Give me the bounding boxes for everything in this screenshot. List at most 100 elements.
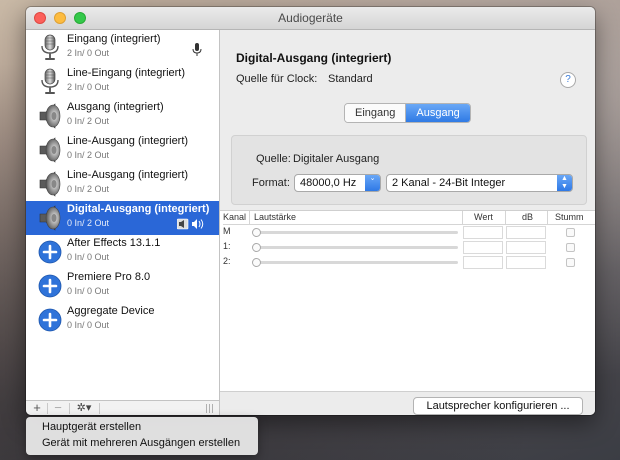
- device-io: 0 In/ 2 Out: [67, 184, 110, 194]
- device-name: Eingang (integriert): [67, 33, 161, 45]
- mute-checkbox[interactable]: [566, 243, 575, 252]
- gear-menu-button[interactable]: ✲▾: [71, 401, 97, 415]
- device-item-after-effects[interactable]: After Effects 13.1.1 0 In/ 0 Out: [26, 235, 219, 269]
- volume-table: Kanal Lautstärke Wert dB Stumm M 1: 2:: [220, 210, 595, 392]
- device-name: Ausgang (integriert): [67, 101, 164, 113]
- device-item-ausgang[interactable]: Ausgang (integriert) 0 In/ 2 Out: [26, 99, 219, 133]
- speaker-icon: [39, 103, 61, 129]
- device-item-digital-ausgang[interactable]: Digital-Ausgang (integriert) 0 In/ 2 Out: [26, 201, 219, 235]
- device-io: 2 In/ 0 Out: [67, 82, 110, 92]
- channel-label: 1:: [223, 241, 231, 251]
- divider: [505, 211, 506, 224]
- tab-ausgang[interactable]: Ausgang: [406, 104, 470, 122]
- device-name: Line-Eingang (integriert): [67, 67, 186, 79]
- channel-format-select[interactable]: 2 Kanal - 24-Bit Integer ▲ ▼: [386, 174, 573, 192]
- column-kanal: Kanal: [223, 212, 247, 222]
- help-button[interactable]: ?: [560, 72, 576, 88]
- io-segmented-control: Eingang Ausgang: [344, 103, 471, 123]
- clock-source-value: Standard: [328, 73, 373, 85]
- column-db: dB: [522, 212, 534, 222]
- source-value: Digitaler Ausgang: [293, 153, 380, 165]
- up-down-arrows-icon: ▲ ▼: [557, 175, 572, 191]
- volume-slider-track: [256, 261, 458, 264]
- device-item-aggregate[interactable]: Aggregate Device 0 In/ 0 Out: [26, 303, 219, 337]
- channel-label: M: [223, 226, 231, 236]
- value-field[interactable]: [463, 256, 503, 269]
- divider: [47, 403, 48, 414]
- channel-label: 2:: [223, 256, 231, 266]
- configure-speakers-button[interactable]: Lautsprecher konfigurieren ...: [413, 397, 583, 415]
- window-title: Audiogeräte: [278, 11, 343, 25]
- format-group-box: [231, 135, 587, 205]
- divider: [547, 211, 548, 224]
- audio-devices-window: Audiogeräte Eingang (integriert) 2 In/ 0…: [26, 7, 595, 415]
- divider: [462, 211, 463, 224]
- device-io: 0 In/ 2 Out: [67, 150, 110, 160]
- sample-rate-select[interactable]: 48000,0 Hz ⌄: [294, 174, 381, 192]
- device-item-line-eingang[interactable]: Line-Eingang (integriert) 2 In/ 0 Out: [26, 65, 219, 99]
- device-io: 0 In/ 0 Out: [67, 320, 110, 330]
- speaker-icon: [39, 137, 61, 163]
- resize-grip-icon[interactable]: [206, 404, 213, 413]
- sample-rate-value: 48000,0 Hz: [300, 177, 357, 189]
- device-io: 2 In/ 0 Out: [67, 48, 110, 58]
- column-stumm: Stumm: [555, 212, 584, 222]
- menu-item-create-aggregate[interactable]: Hauptgerät erstellen: [42, 421, 141, 433]
- plus-circle-icon: [38, 308, 62, 332]
- device-io: 0 In/ 0 Out: [67, 286, 110, 296]
- plus-circle-icon: [38, 240, 62, 264]
- tab-eingang[interactable]: Eingang: [345, 104, 407, 122]
- default-output-speaker-icon: [177, 218, 204, 230]
- title-bar: Audiogeräte: [26, 7, 595, 30]
- device-name: Line-Ausgang (integriert): [67, 169, 189, 181]
- menu-item-create-multi-output[interactable]: Gerät mit mehreren Ausgängen erstellen: [42, 437, 240, 449]
- speaker-icon: [39, 171, 61, 197]
- device-list: Eingang (integriert) 2 In/ 0 Out Line-Ei…: [26, 30, 220, 400]
- chevron-down-icon: ⌄: [365, 175, 380, 191]
- speaker-icon: [39, 205, 61, 231]
- divider: [249, 211, 250, 224]
- volume-slider-knob[interactable]: [252, 258, 261, 267]
- value-field[interactable]: [463, 241, 503, 254]
- remove-device-button[interactable]: −: [49, 401, 67, 415]
- volume-slider-track: [256, 246, 458, 249]
- add-device-button[interactable]: +: [28, 401, 46, 415]
- device-name: Aggregate Device: [67, 305, 155, 317]
- device-io: 0 In/ 2 Out: [67, 218, 110, 228]
- device-title: Digital-Ausgang (integriert): [236, 51, 392, 65]
- db-field[interactable]: [506, 256, 546, 269]
- default-input-mic-icon: [192, 43, 202, 56]
- volume-slider-knob[interactable]: [252, 228, 261, 237]
- db-field[interactable]: [506, 226, 546, 239]
- device-name: Digital-Ausgang (integriert): [67, 203, 210, 215]
- microphone-icon: [41, 34, 59, 60]
- device-io: 0 In/ 2 Out: [67, 116, 110, 126]
- channel-format-value: 2 Kanal - 24-Bit Integer: [392, 177, 506, 189]
- plus-circle-icon: [38, 274, 62, 298]
- mute-checkbox[interactable]: [566, 228, 575, 237]
- volume-slider-knob[interactable]: [252, 243, 261, 252]
- device-name: Line-Ausgang (integriert): [67, 135, 189, 147]
- clock-source-label: Quelle für Clock:: [236, 73, 318, 85]
- column-lautstaerke: Lautstärke: [254, 212, 297, 222]
- column-wert: Wert: [474, 212, 493, 222]
- divider: [99, 403, 100, 414]
- microphone-icon: [41, 68, 59, 94]
- divider: [69, 403, 70, 414]
- device-detail-pane: Digital-Ausgang (integriert) Quelle für …: [220, 30, 595, 415]
- source-label: Quelle:: [256, 153, 291, 165]
- device-io: 0 In/ 0 Out: [67, 252, 110, 262]
- device-item-line-ausgang-1[interactable]: Line-Ausgang (integriert) 0 In/ 2 Out: [26, 133, 219, 167]
- gear-context-menu: Hauptgerät erstellen Gerät mit mehreren …: [26, 417, 258, 455]
- device-name: After Effects 13.1.1: [67, 237, 161, 249]
- device-item-premiere-pro[interactable]: Premiere Pro 8.0 0 In/ 0 Out: [26, 269, 219, 303]
- device-item-eingang[interactable]: Eingang (integriert) 2 In/ 0 Out: [26, 31, 219, 65]
- sidebar-toolbar: + − ✲▾: [26, 400, 220, 415]
- value-field[interactable]: [463, 226, 503, 239]
- device-name: Premiere Pro 8.0: [67, 271, 151, 283]
- db-field[interactable]: [506, 241, 546, 254]
- mute-checkbox[interactable]: [566, 258, 575, 267]
- format-label: Format:: [252, 177, 290, 189]
- volume-slider-track: [256, 231, 458, 234]
- device-item-line-ausgang-2[interactable]: Line-Ausgang (integriert) 0 In/ 2 Out: [26, 167, 219, 201]
